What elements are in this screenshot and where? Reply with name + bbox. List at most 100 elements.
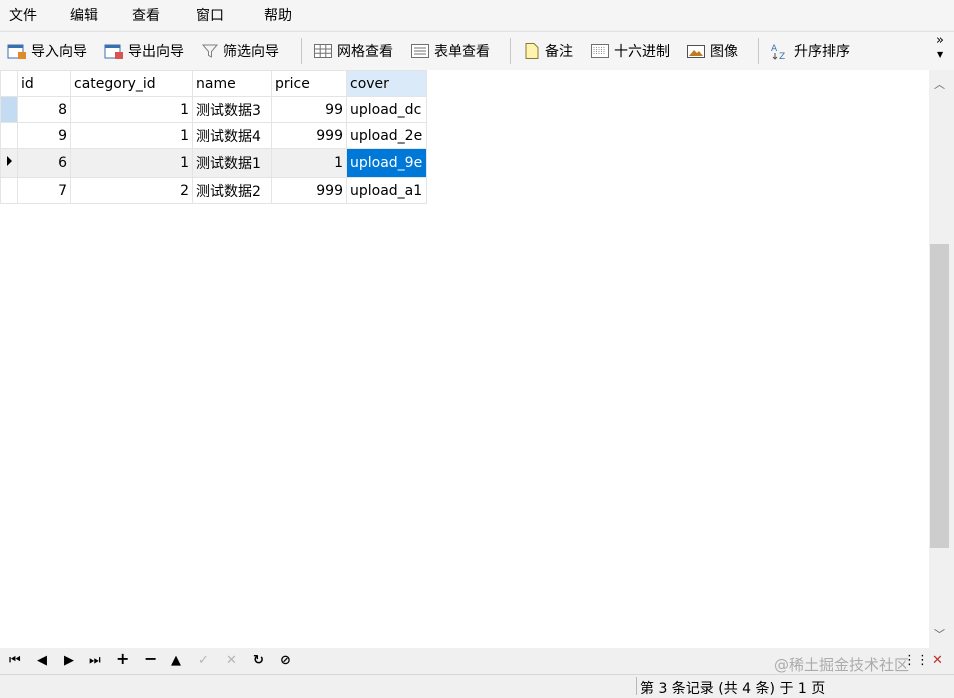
cell-name[interactable]: 测试数据2 (192, 177, 272, 204)
refresh-icon[interactable]: ↻ (253, 652, 264, 670)
current-row-indicator[interactable] (0, 148, 18, 178)
data-grid: id category_id name price cover 8 1 测试数据… (0, 70, 929, 648)
cell-cover-selected[interactable]: upload_9e (346, 148, 427, 178)
add-record-icon[interactable]: + (116, 650, 129, 668)
chevron-double-right-icon: » (936, 33, 944, 48)
cell-id[interactable]: 8 (17, 96, 71, 123)
filter-wizard-label: 筛选向导 (223, 44, 279, 60)
cell-price[interactable]: 999 (271, 177, 347, 204)
cell-category-id[interactable]: 1 (70, 148, 193, 178)
cell-cover[interactable]: upload_a1 (346, 177, 427, 204)
image-icon (687, 45, 705, 58)
memo-button[interactable]: 备注 (523, 40, 573, 62)
watermark: @稀土掘金技术社区 (774, 656, 910, 674)
cell-name[interactable]: 测试数据3 (192, 96, 272, 123)
form-icon (411, 44, 429, 58)
export-icon (104, 44, 123, 59)
filter-wizard-button[interactable]: 筛选向导 (201, 40, 279, 62)
status-divider (636, 677, 637, 695)
table-row[interactable]: 7 2 测试数据2 999 upload_a1 (0, 177, 427, 204)
image-label: 图像 (710, 44, 738, 60)
cell-category-id[interactable]: 2 (70, 177, 193, 204)
previous-record-icon[interactable]: ◀ (37, 652, 47, 670)
delete-record-icon[interactable]: − (144, 650, 157, 668)
hex-icon (591, 44, 609, 58)
image-button[interactable]: 图像 (686, 40, 738, 62)
memo-icon (525, 43, 539, 59)
cell-price[interactable]: 999 (271, 122, 347, 149)
menu-bar: 文件 编辑 查看 窗口 帮助 (0, 0, 954, 30)
memo-label: 备注 (545, 44, 573, 60)
cell-id[interactable]: 6 (17, 148, 71, 178)
cell-category-id[interactable]: 1 (70, 122, 193, 149)
menu-view[interactable]: 查看 (132, 5, 160, 25)
discard-changes-icon[interactable]: ✕ (226, 652, 237, 670)
column-header-cover[interactable]: cover (346, 70, 427, 97)
menu-window[interactable]: 窗口 (196, 5, 224, 25)
sort-ascending-icon: A Z (771, 44, 785, 60)
table-row-selected[interactable]: 6 1 测试数据1 1 upload_9e (0, 148, 427, 178)
menu-help[interactable]: 帮助 (264, 5, 292, 25)
form-view-label: 表单查看 (434, 44, 490, 60)
cell-price[interactable]: 99 (271, 96, 347, 123)
cell-category-id[interactable]: 1 (70, 96, 193, 123)
form-view-button[interactable]: 表单查看 (410, 40, 490, 62)
row-indicator[interactable] (0, 122, 18, 149)
record-status-text: 第 3 条记录 (共 4 条) 于 1 页 (640, 681, 826, 697)
scrollbar-thumb[interactable] (930, 244, 949, 548)
scroll-down-icon[interactable]: ﹀ (934, 626, 945, 642)
import-icon (7, 44, 26, 59)
apply-changes-icon[interactable]: ✓ (198, 652, 209, 670)
grid-view-label: 网格查看 (337, 44, 393, 60)
table-row[interactable]: 9 1 测试数据4 999 upload_2e (0, 122, 427, 149)
stop-icon[interactable]: ⊘ (280, 652, 291, 670)
toolbar-overflow-button[interactable]: » ▼ (936, 34, 944, 62)
scroll-up-icon[interactable]: ︿ (934, 76, 945, 92)
current-row-arrow-icon (7, 156, 12, 166)
cell-name[interactable]: 测试数据1 (192, 148, 272, 178)
column-header-category-id[interactable]: category_id (70, 70, 193, 97)
vertical-scrollbar[interactable]: ︿ ﹀ (929, 70, 954, 648)
status-bar: 第 3 条记录 (共 4 条) 于 1 页 (0, 674, 954, 697)
filter-icon (201, 44, 219, 58)
first-record-icon[interactable]: ⏮ (9, 652, 21, 670)
sort-ascending-button[interactable]: A Z 升序排序 (770, 40, 850, 62)
svg-text:Z: Z (779, 52, 785, 60)
header-row: id category_id name price cover (0, 70, 427, 97)
column-header-name[interactable]: name (192, 70, 272, 97)
export-wizard-button[interactable]: 导出向导 (104, 40, 184, 62)
toolbar: 导入向导 导出向导 筛选向导 网格查看 表单查看 备注 十六进制 图像 A Z … (0, 31, 954, 71)
toolbar-separator (510, 38, 511, 64)
cell-cover[interactable]: upload_dc (346, 96, 427, 123)
table-row[interactable]: 8 1 测试数据3 99 upload_dc (0, 96, 427, 123)
hex-label: 十六进制 (614, 44, 670, 60)
hex-button[interactable]: 十六进制 (590, 40, 670, 62)
menu-file[interactable]: 文件 (9, 5, 37, 25)
svg-text:A: A (771, 44, 778, 54)
cell-id[interactable]: 7 (17, 177, 71, 204)
toolbar-separator (301, 38, 302, 64)
column-header-id[interactable]: id (17, 70, 71, 97)
menu-edit[interactable]: 编辑 (70, 5, 98, 25)
cell-price[interactable]: 1 (271, 148, 347, 178)
records-table: id category_id name price cover 8 1 测试数据… (0, 70, 427, 204)
edit-record-icon[interactable]: ▲ (171, 652, 181, 670)
next-record-icon[interactable]: ▶ (64, 652, 74, 670)
grid-view-button[interactable]: 网格查看 (313, 40, 393, 62)
row-indicator-header (0, 70, 18, 97)
toolbar-separator (758, 38, 759, 64)
export-wizard-label: 导出向导 (128, 44, 184, 60)
close-filter-icon[interactable]: ✕ (932, 652, 943, 670)
sort-ascending-label: 升序排序 (794, 44, 850, 60)
cell-name[interactable]: 测试数据4 (192, 122, 272, 149)
import-wizard-button[interactable]: 导入向导 (7, 40, 87, 62)
cell-cover[interactable]: upload_2e (346, 122, 427, 149)
chevron-down-icon: ▼ (936, 50, 944, 59)
grid-icon (314, 44, 332, 58)
last-record-icon[interactable]: ⏭ (89, 652, 101, 670)
import-wizard-label: 导入向导 (31, 44, 87, 60)
row-indicator[interactable] (0, 96, 18, 123)
column-header-price[interactable]: price (271, 70, 347, 97)
cell-id[interactable]: 9 (17, 122, 71, 149)
row-indicator[interactable] (0, 177, 18, 204)
